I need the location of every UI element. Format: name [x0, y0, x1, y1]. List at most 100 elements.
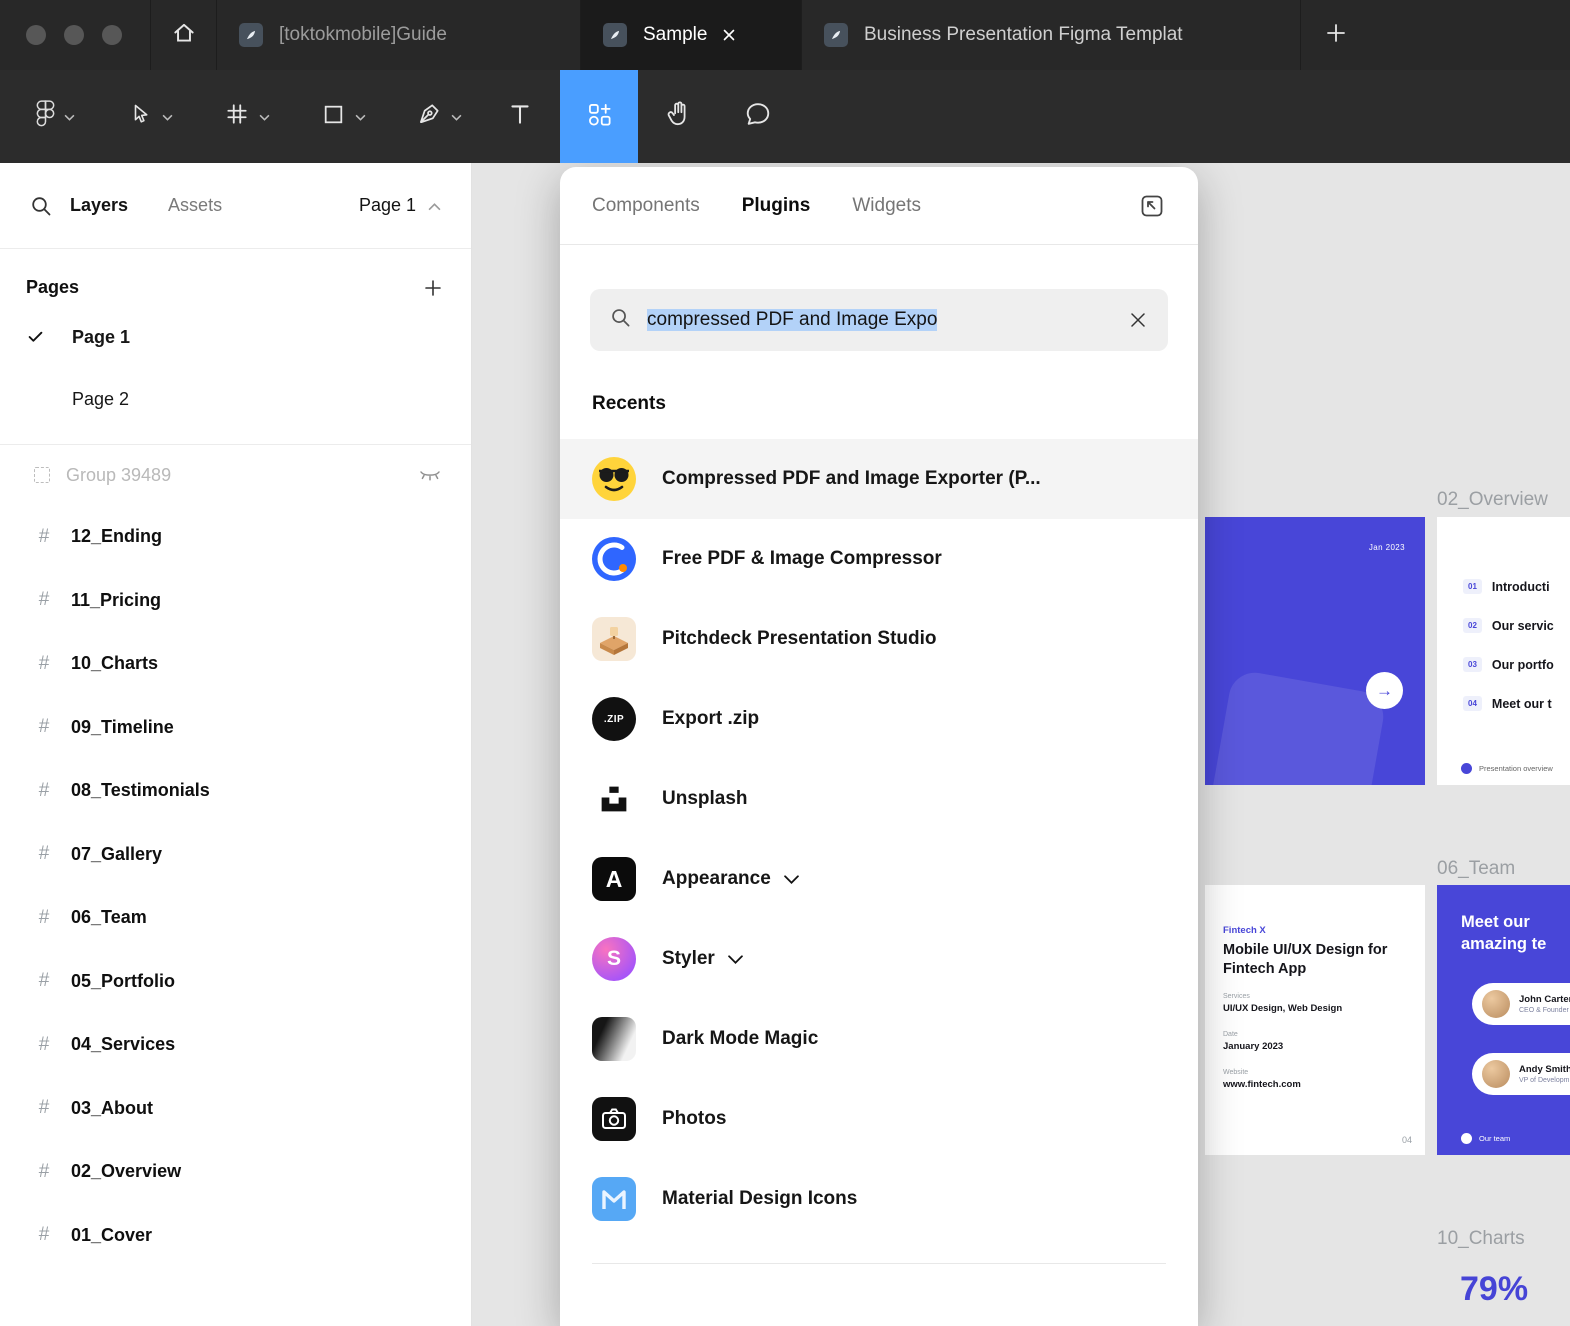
layer-row-frame[interactable]: #02_Overview: [0, 1140, 471, 1204]
page-selector[interactable]: Page 1: [359, 195, 441, 216]
layer-row-frame[interactable]: #04_Services: [0, 1013, 471, 1077]
overview-item-number: 01: [1463, 579, 1482, 594]
frame-icon: #: [38, 779, 50, 801]
layer-row-frame[interactable]: #01_Cover: [0, 1204, 471, 1268]
layer-row-frame[interactable]: #09_Timeline: [0, 696, 471, 760]
plugin-row-unsplash[interactable]: Unsplash: [560, 759, 1198, 839]
file-tab-active[interactable]: Sample: [580, 0, 801, 70]
window-control-dot[interactable]: [64, 25, 84, 45]
move-tool-button[interactable]: [120, 70, 182, 163]
chevron-down-icon[interactable]: [727, 954, 743, 964]
hidden-eye-icon[interactable]: [419, 468, 441, 483]
close-tab-icon[interactable]: [721, 27, 737, 43]
resources-tool-button[interactable]: [560, 70, 638, 163]
plugin-row-styler[interactable]: S Styler: [560, 919, 1198, 999]
layer-row-frame[interactable]: #07_Gallery: [0, 823, 471, 887]
frame-icon: #: [38, 906, 50, 928]
tab-layers[interactable]: Layers: [70, 195, 128, 216]
shape-tool-button[interactable]: [312, 70, 374, 163]
styler-icon: S: [592, 937, 636, 981]
meta-label: Date: [1223, 1031, 1238, 1038]
plugin-row-compressed-pdf[interactable]: Compressed PDF and Image Exporter (P...: [560, 439, 1198, 519]
plugin-row-pitchdeck[interactable]: Pitchdeck Presentation Studio: [560, 599, 1198, 679]
layer-row-frame[interactable]: #11_Pricing: [0, 569, 471, 633]
figma-file-icon: [239, 23, 263, 47]
frame-label: 01_Cover: [71, 1224, 153, 1245]
layer-row-frame[interactable]: #10_Charts: [0, 632, 471, 696]
new-tab-button[interactable]: [1300, 0, 1370, 70]
material-design-icon: [592, 1177, 636, 1221]
search-icon: [610, 307, 631, 333]
slide-team-info[interactable]: Fintech X Mobile UI/UX Design for Fintec…: [1205, 885, 1425, 1155]
slide-footer: Our team: [1461, 1133, 1510, 1144]
frame-tool-button[interactable]: [216, 70, 278, 163]
pen-icon: [416, 101, 442, 132]
window-controls[interactable]: [0, 0, 150, 70]
window-control-dot[interactable]: [102, 25, 122, 45]
canvas-frame-label-team[interactable]: 06_Team: [1437, 858, 1515, 880]
page-row-page2[interactable]: Page 2: [0, 368, 471, 430]
frame-label: 08_Testimonials: [71, 780, 210, 801]
page-selector-label: Page 1: [358, 195, 416, 215]
layer-row-frame[interactable]: #06_Team: [0, 886, 471, 950]
chevron-down-icon[interactable]: [783, 874, 799, 884]
file-tab[interactable]: Business Presentation Figma Templat: [801, 0, 1300, 70]
footer-text: Presentation overview: [1479, 764, 1553, 773]
slide-overview-cover[interactable]: Jan 2023 →: [1205, 517, 1425, 785]
slide-overview-list[interactable]: 01 Introducti 02 Our servic 03 Our portf…: [1437, 517, 1570, 785]
comment-tool-button[interactable]: [732, 70, 784, 163]
frame-label: 12_Ending: [71, 526, 163, 547]
text-tool-button[interactable]: [500, 70, 540, 163]
frame-icon: #: [38, 716, 50, 738]
hand-tool-button[interactable]: [652, 70, 704, 163]
plugin-row-export-zip[interactable]: .ZIP Export .zip: [560, 679, 1198, 759]
home-button[interactable]: [150, 0, 216, 70]
plugin-row-appearance[interactable]: A Appearance: [560, 839, 1198, 919]
file-tab-label: Business Presentation Figma Templat: [864, 24, 1183, 45]
window-control-dot[interactable]: [26, 25, 46, 45]
layer-row-frame[interactable]: #08_Testimonials: [0, 759, 471, 823]
member-name: John Carter: [1519, 994, 1570, 1005]
slide-team-members[interactable]: Meet our amazing te John Carter CEO & Fo…: [1437, 885, 1570, 1155]
overview-list-item: 01 Introducti: [1437, 567, 1570, 606]
tab-components[interactable]: Components: [592, 195, 700, 217]
tab-assets[interactable]: Assets: [168, 195, 222, 216]
layer-row-group[interactable]: Group 39489: [0, 445, 471, 505]
plugin-row-dark-mode-magic[interactable]: Dark Mode Magic: [560, 999, 1198, 1079]
frame-label: 03_About: [71, 1097, 154, 1118]
rectangle-icon: [321, 102, 346, 132]
comment-bubble-icon: [744, 100, 772, 133]
tab-widgets[interactable]: Widgets: [852, 195, 921, 217]
layer-row-frame[interactable]: #05_Portfolio: [0, 950, 471, 1014]
slide-date: Jan 2023: [1368, 543, 1405, 552]
file-tab[interactable]: [toktokmobile]Guide: [216, 0, 580, 70]
page-row-page1[interactable]: Page 1: [0, 306, 471, 368]
pen-tool-button[interactable]: [407, 70, 471, 163]
clear-search-icon[interactable]: [1128, 310, 1148, 330]
plugin-label: Export .zip: [662, 708, 760, 729]
plugin-row-free-compressor[interactable]: Free PDF & Image Compressor: [560, 519, 1198, 599]
canvas-frame-label-overview[interactable]: 02_Overview: [1437, 489, 1548, 511]
plus-icon: [1325, 22, 1347, 49]
layer-row-frame[interactable]: #03_About: [0, 1077, 471, 1141]
plugin-row-material-design-icons[interactable]: Material Design Icons: [560, 1159, 1198, 1239]
plugin-search-input[interactable]: compressed PDF and Image Expo: [590, 289, 1168, 351]
group-selection-icon: [34, 467, 50, 483]
appearance-icon: A: [592, 857, 636, 901]
tab-plugins[interactable]: Plugins: [742, 195, 811, 217]
unsplash-icon: [592, 777, 636, 821]
main-menu-button[interactable]: [22, 70, 88, 163]
add-page-button[interactable]: [423, 278, 443, 298]
frame-hash-icon: [224, 101, 250, 132]
open-in-window-icon[interactable]: [1138, 192, 1166, 220]
meta-value: www.fintech.com: [1223, 1079, 1301, 1090]
search-icon[interactable]: [30, 195, 52, 217]
zip-icon: .ZIP: [592, 697, 636, 741]
check-icon: [28, 331, 72, 343]
layer-row-frame[interactable]: #12_Ending: [0, 505, 471, 569]
frame-icon: #: [38, 1224, 50, 1246]
page-row-label: Page 2: [72, 388, 130, 409]
canvas-frame-label-charts[interactable]: 10_Charts: [1437, 1228, 1525, 1250]
plugin-row-photos[interactable]: Photos: [560, 1079, 1198, 1159]
slide-title: Mobile UI/UX Design for Fintech App: [1223, 942, 1388, 977]
